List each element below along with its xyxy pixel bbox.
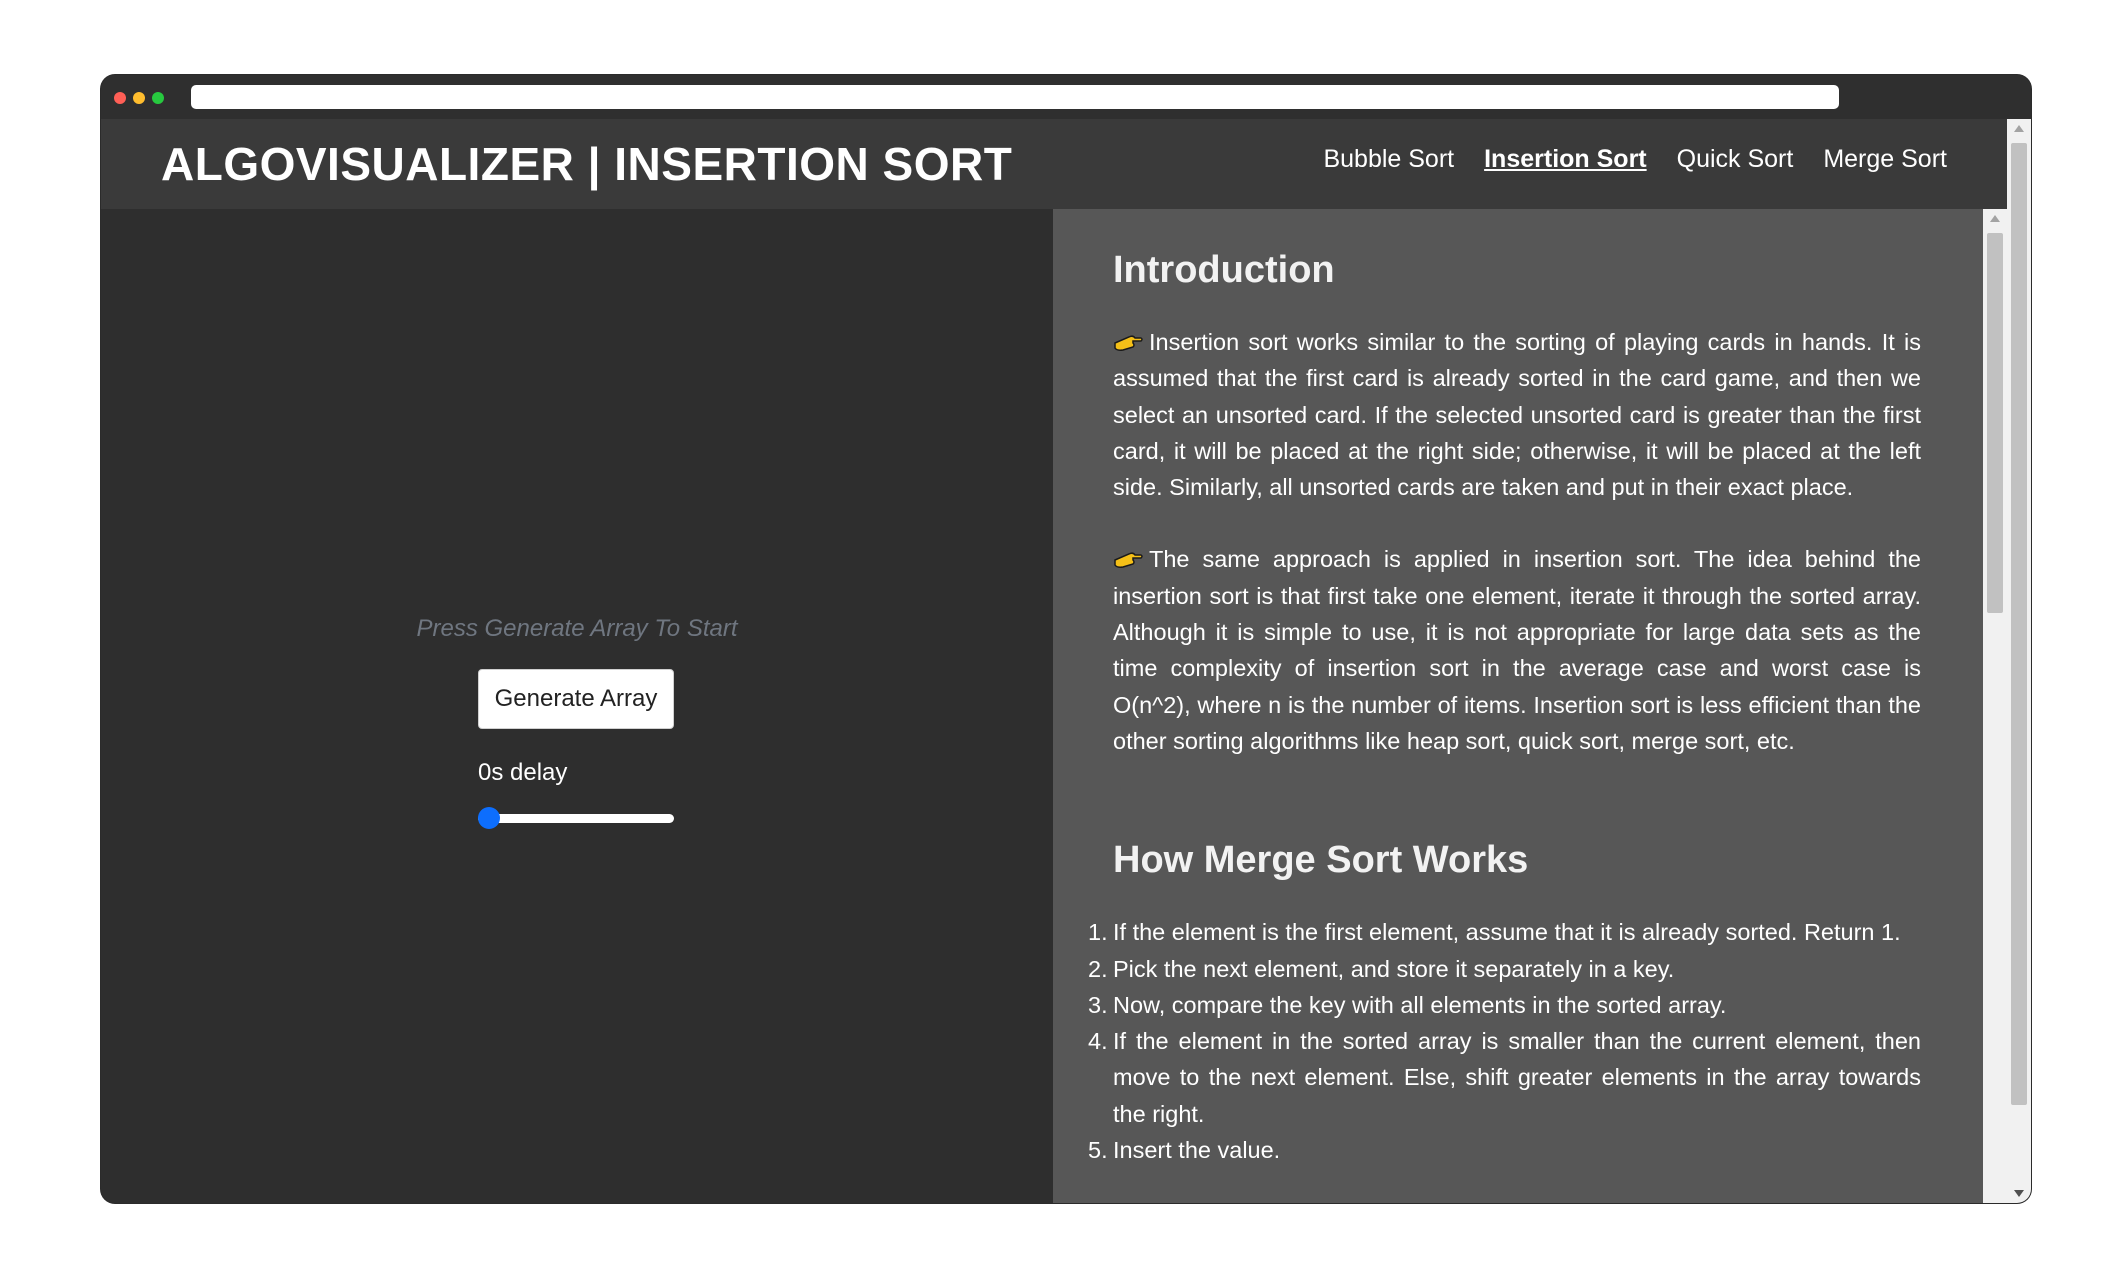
scroll-down-arrow-icon[interactable] xyxy=(2014,1190,2024,1197)
scrollbar-thumb[interactable] xyxy=(1987,233,2003,613)
steps-list: 1. If the element is the first element, a… xyxy=(1088,914,1921,1168)
close-window-icon[interactable] xyxy=(114,92,126,104)
visualizer-panel: Press Generate Array To Start Generate A… xyxy=(101,209,1053,1203)
step-text: Insert the value. xyxy=(1113,1137,1281,1164)
address-bar[interactable] xyxy=(191,85,1839,109)
page: ALGOVISUALIZER | INSERTION SORT Bubble S… xyxy=(101,119,2007,1203)
step-text: If the element in the sorted array is sm… xyxy=(1113,1028,1921,1127)
generate-array-button[interactable]: Generate Array xyxy=(478,669,674,729)
start-hint: Press Generate Array To Start xyxy=(416,615,738,642)
step-number: 3. xyxy=(1088,991,1108,1018)
intro-paragraph-2: The same approach is applied in insertio… xyxy=(1113,541,1921,759)
list-item: 4. If the element in the sorted array is … xyxy=(1088,1023,1921,1132)
list-item: 1. If the element is the first element, a… xyxy=(1088,914,1921,950)
slider-track[interactable] xyxy=(478,814,674,823)
minimize-window-icon[interactable] xyxy=(133,92,145,104)
nav-link-quick-sort[interactable]: Quick Sort xyxy=(1677,145,1794,174)
intro-paragraph-1-text: Insertion sort works similar to the sort… xyxy=(1113,329,1921,501)
intro-paragraph-1: Insertion sort works similar to the sort… xyxy=(1113,324,1921,505)
maximize-window-icon[interactable] xyxy=(152,92,164,104)
nav-link-insertion-sort[interactable]: Insertion Sort xyxy=(1484,145,1647,174)
pointing-hand-icon xyxy=(1114,335,1143,351)
step-text: Pick the next element, and store it sepa… xyxy=(1113,955,1675,982)
list-item: 3. Now, compare the key with all elements… xyxy=(1088,987,1921,1023)
delay-label: 0s delay xyxy=(478,759,568,786)
step-text: Now, compare the key with all elements i… xyxy=(1113,991,1727,1018)
step-number: 1. xyxy=(1088,919,1108,946)
nav-links: Bubble Sort Insertion Sort Quick Sort Me… xyxy=(1323,145,1947,174)
browser-titlebar xyxy=(101,75,2031,119)
intro-heading: Introduction xyxy=(1113,249,1335,291)
nav-link-merge-sort[interactable]: Merge Sort xyxy=(1823,145,1947,174)
info-panel: Introduction Insertion sort works simila… xyxy=(1053,209,1983,1203)
list-item: 2. Pick the next element, and store it se… xyxy=(1088,951,1921,987)
step-number: 4. xyxy=(1088,1028,1108,1055)
intro-paragraph-2-text: The same approach is applied in insertio… xyxy=(1113,546,1921,754)
delay-slider[interactable] xyxy=(478,805,674,831)
nav-link-bubble-sort[interactable]: Bubble Sort xyxy=(1323,145,1454,174)
step-text: If the element is the first element, ass… xyxy=(1113,919,1901,946)
pointing-hand-icon xyxy=(1114,552,1143,569)
step-number: 5. xyxy=(1088,1137,1108,1164)
info-panel-scrollbar[interactable] xyxy=(1983,209,2007,1203)
page-scrollbar[interactable] xyxy=(2007,119,2031,1203)
how-it-works-heading: How Merge Sort Works xyxy=(1113,839,1529,882)
brand-title: ALGOVISUALIZER | INSERTION SORT xyxy=(161,138,1013,190)
slider-thumb[interactable] xyxy=(478,807,500,829)
step-number: 2. xyxy=(1088,955,1108,982)
navbar: ALGOVISUALIZER | INSERTION SORT Bubble S… xyxy=(101,119,2007,209)
scroll-up-arrow-icon[interactable] xyxy=(1990,215,2000,222)
scroll-up-arrow-icon[interactable] xyxy=(2014,125,2024,132)
list-item: 5. Insert the value. xyxy=(1088,1132,1921,1168)
article: Introduction Insertion sort works simila… xyxy=(1088,249,1921,1168)
browser-window: ALGOVISUALIZER | INSERTION SORT Bubble S… xyxy=(101,75,2031,1203)
scrollbar-thumb[interactable] xyxy=(2011,143,2027,1105)
